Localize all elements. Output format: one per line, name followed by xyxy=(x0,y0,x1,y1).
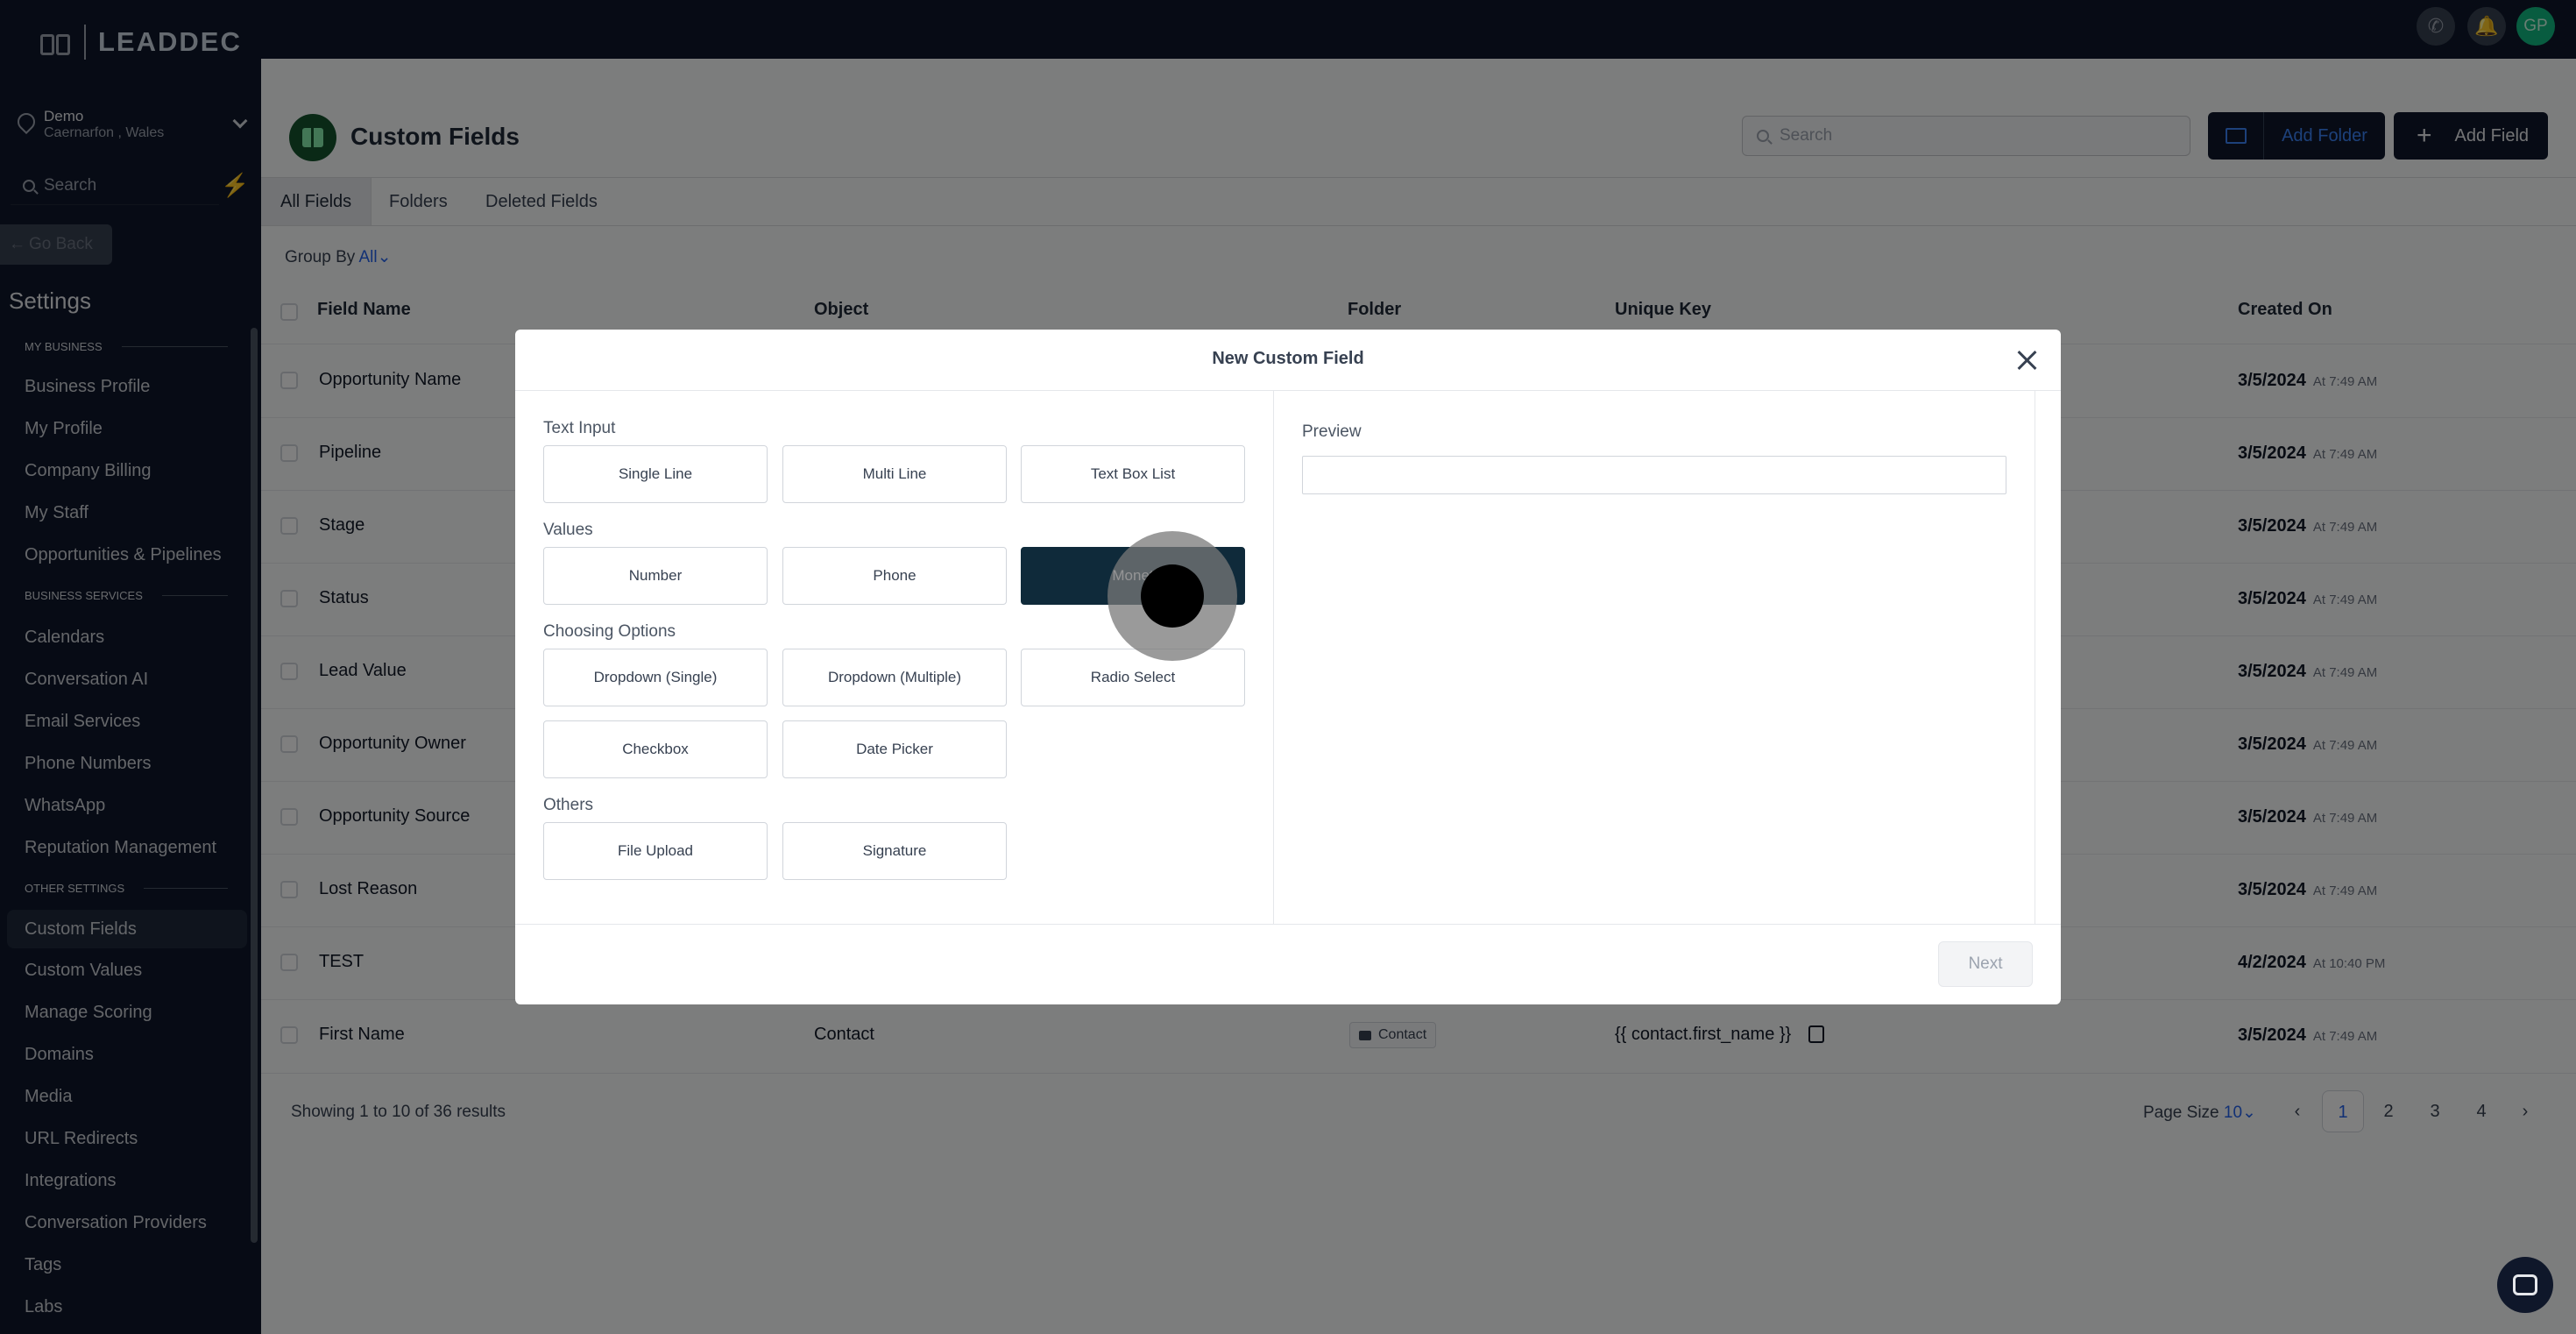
option-multi-line[interactable]: Multi Line xyxy=(782,445,1007,503)
chat-icon xyxy=(2513,1274,2537,1295)
modal-title: New Custom Field xyxy=(1212,349,1364,368)
chat-widget-button[interactable] xyxy=(2497,1257,2553,1313)
option-dropdown-single[interactable]: Dropdown (Single) xyxy=(543,649,768,706)
next-button[interactable]: Next xyxy=(1938,941,2033,987)
option-dropdown-multiple[interactable]: Dropdown (Multiple) xyxy=(782,649,1007,706)
option-file-upload[interactable]: File Upload xyxy=(543,822,768,880)
option-phone[interactable]: Phone xyxy=(782,547,1007,605)
option-date-picker[interactable]: Date Picker xyxy=(782,720,1007,778)
group-label-text-input: Text Input xyxy=(543,419,616,437)
modal-footer xyxy=(515,924,2061,1004)
option-number[interactable]: Number xyxy=(543,547,768,605)
option-radio-select[interactable]: Radio Select xyxy=(1021,649,1245,706)
preview-field xyxy=(1302,456,2006,494)
option-signature[interactable]: Signature xyxy=(782,822,1007,880)
preview-panel: Preview xyxy=(1274,391,2061,924)
group-label-others: Others xyxy=(543,796,594,814)
modal-header: New Custom Field xyxy=(515,330,2061,391)
close-icon[interactable] xyxy=(2013,347,2040,373)
option-checkbox[interactable]: Checkbox xyxy=(543,720,768,778)
click-indicator-dot xyxy=(1141,564,1204,628)
option-single-line[interactable]: Single Line xyxy=(543,445,768,503)
preview-label: Preview xyxy=(1302,422,1362,441)
group-label-values: Values xyxy=(543,521,593,539)
group-label-choosing-options: Choosing Options xyxy=(543,622,676,641)
option-text-box-list[interactable]: Text Box List xyxy=(1021,445,1245,503)
new-custom-field-modal: New Custom Field Text Input Single Line … xyxy=(515,330,2061,1004)
